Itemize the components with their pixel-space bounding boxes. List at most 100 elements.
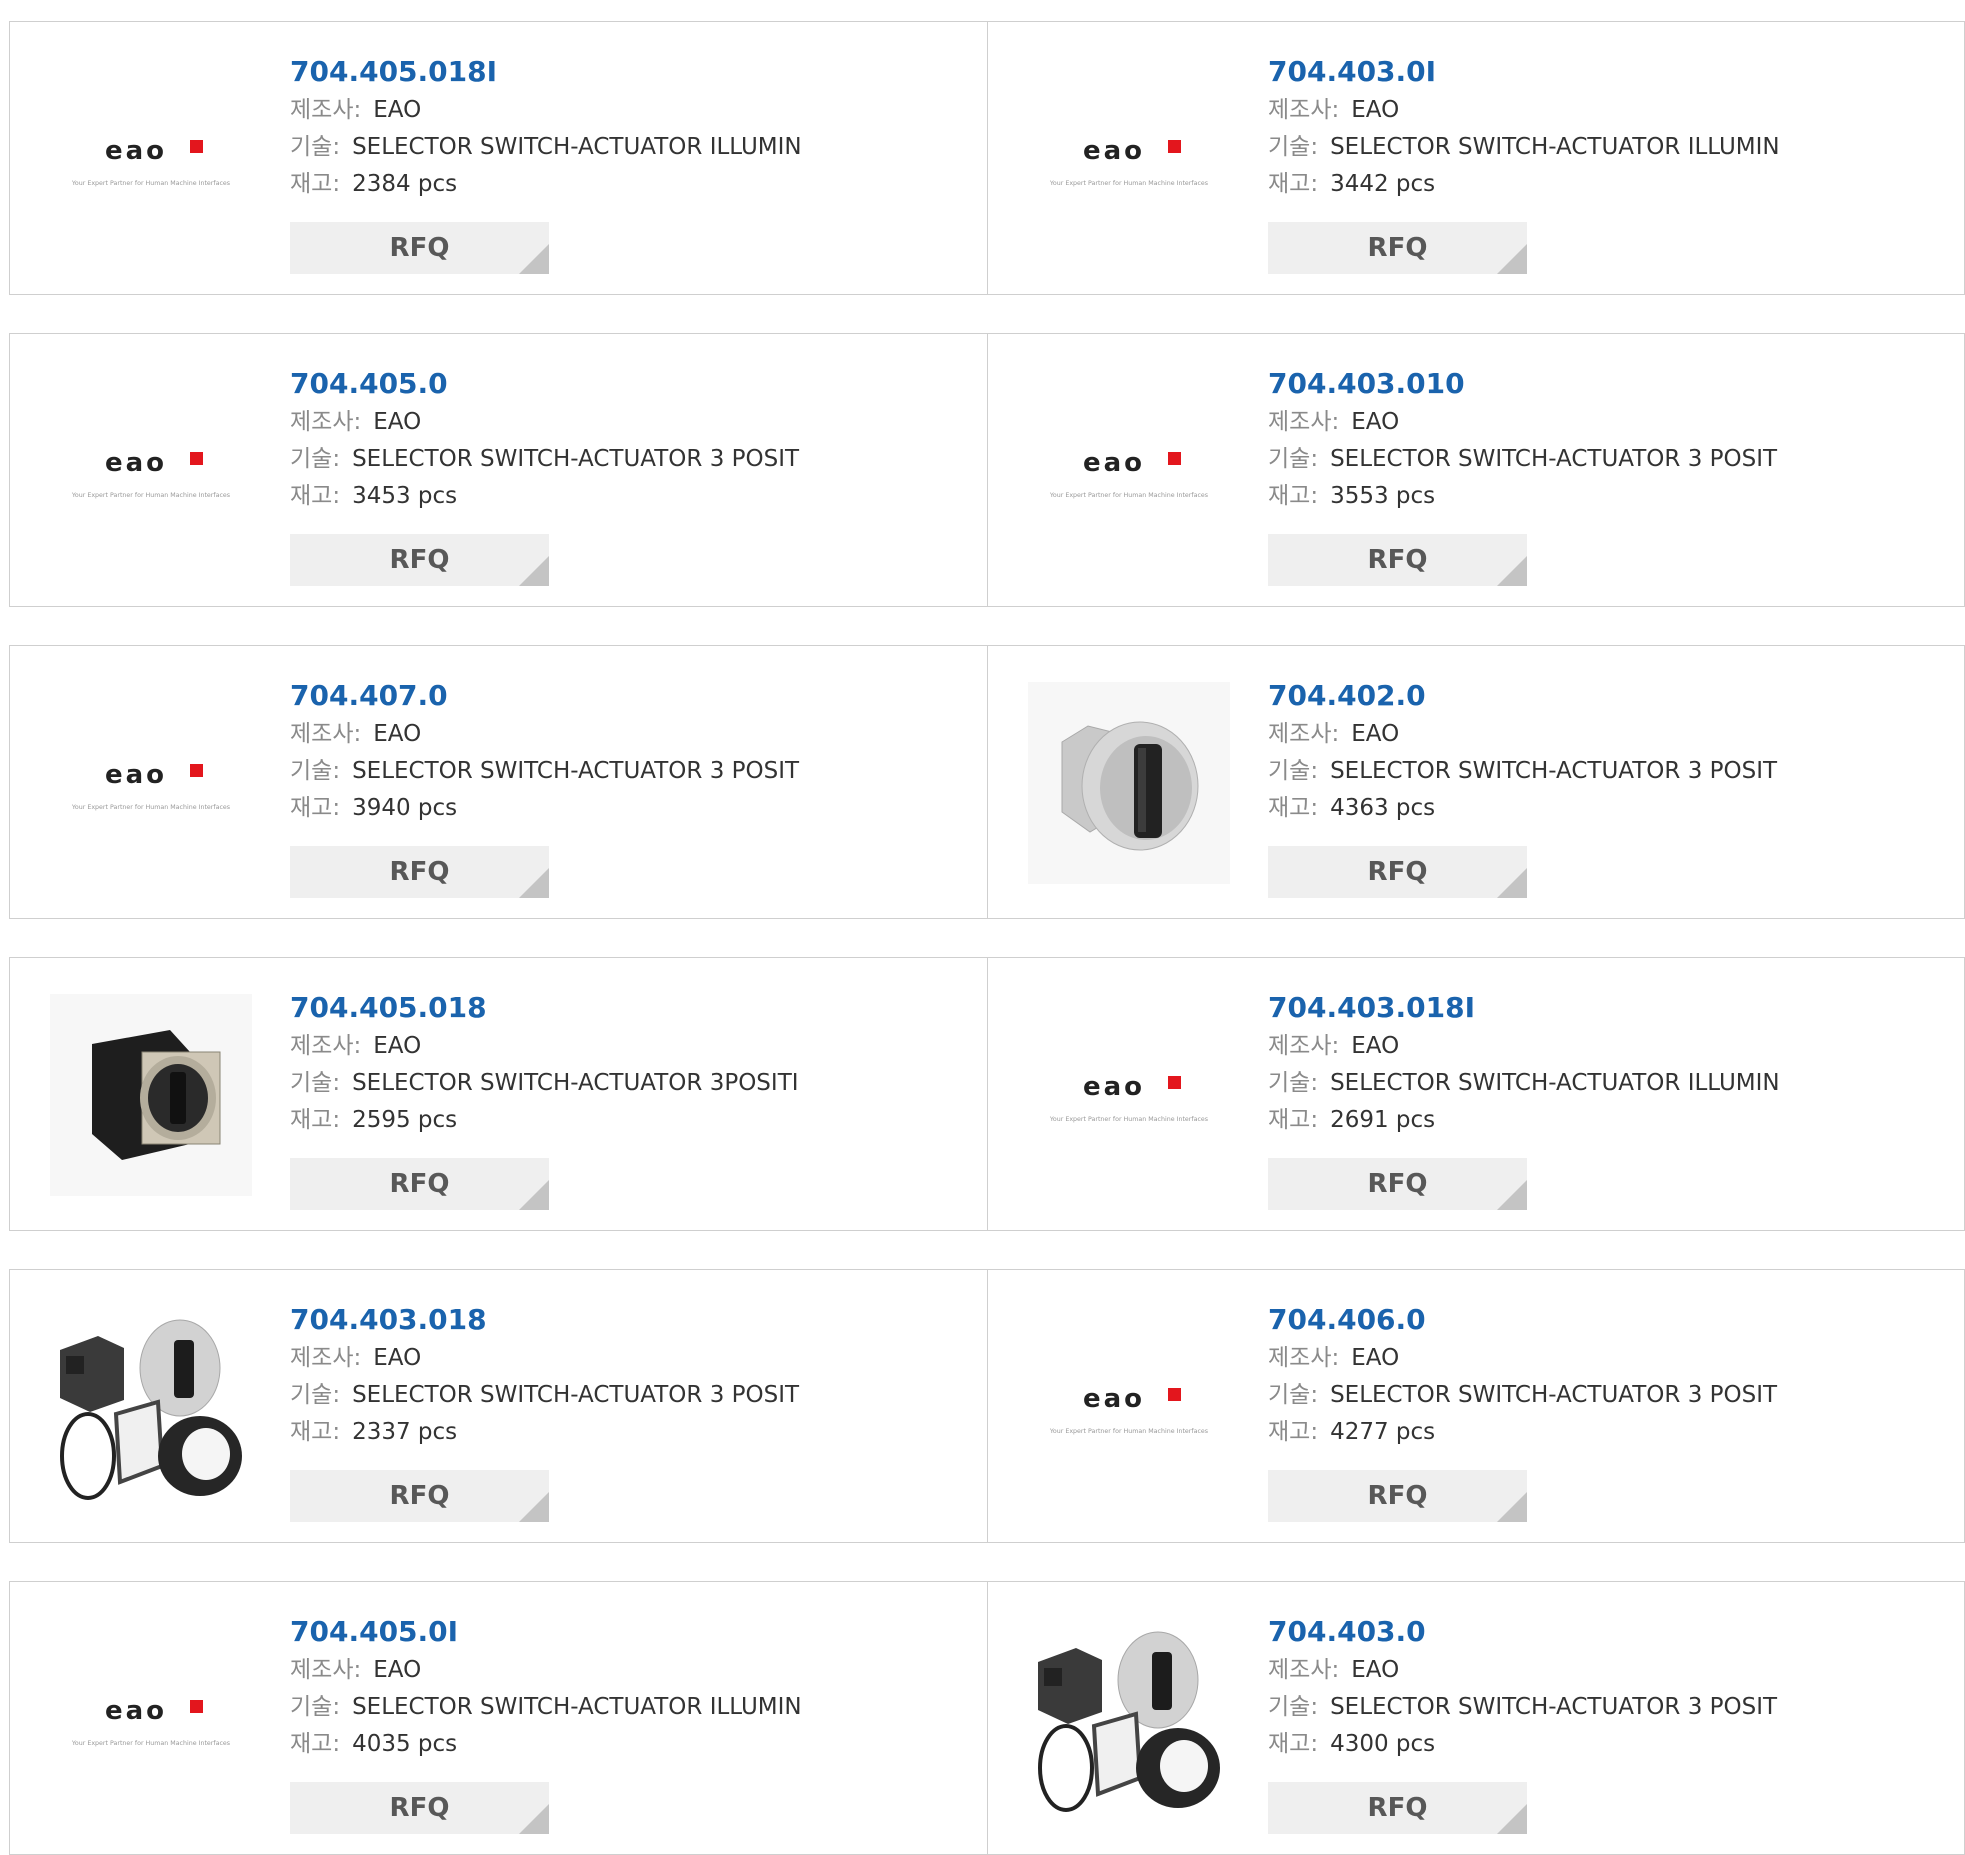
eao-wordmark: eao	[1083, 448, 1145, 478]
stock-line: 재고: 2691 pcs	[1268, 1102, 1780, 1139]
rfq-corner-decoration	[519, 1804, 549, 1834]
manufacturer-line: 제조사: EAO	[1268, 1340, 1777, 1377]
rfq-button[interactable]: RFQ	[1268, 1158, 1527, 1210]
rfq-label: RFQ	[389, 1481, 450, 1511]
stock-line: 재고: 2337 pcs	[290, 1414, 799, 1451]
description-value: SELECTOR SWITCH-ACTUATOR 3 POSIT	[352, 758, 800, 784]
rfq-button[interactable]: RFQ	[290, 222, 549, 274]
product-image[interactable]	[50, 1306, 252, 1508]
eao-tagline: Your Expert Partner for Human Machine In…	[71, 180, 230, 187]
product-card: eao Your Expert Partner for Human Machin…	[988, 958, 1964, 1230]
description-line: 기술: SELECTOR SWITCH-ACTUATOR ILLUMIN	[290, 129, 802, 166]
description-line: 기술: SELECTOR SWITCH-ACTUATOR ILLUMIN	[1268, 129, 1780, 166]
description-line: 기술: SELECTOR SWITCH-ACTUATOR 3 POSIT	[1268, 441, 1777, 478]
rfq-button[interactable]: RFQ	[290, 1158, 549, 1210]
product-image[interactable]: eao Your Expert Partner for Human Machin…	[1028, 58, 1230, 260]
product-image[interactable]: eao Your Expert Partner for Human Machin…	[1028, 994, 1230, 1196]
product-image[interactable]: eao Your Expert Partner for Human Machin…	[50, 682, 252, 884]
manufacturer-value: EAO	[1351, 721, 1400, 747]
stock-line: 재고: 4035 pcs	[290, 1726, 802, 1763]
description-value: SELECTOR SWITCH-ACTUATOR 3 POSIT	[352, 446, 800, 472]
product-image[interactable]: eao Your Expert Partner for Human Machin…	[1028, 370, 1230, 572]
description-label: 기술:	[290, 1070, 341, 1096]
manufacturer-label: 제조사:	[290, 1033, 362, 1059]
product-grid: eao Your Expert Partner for Human Machin…	[0, 0, 1965, 1855]
part-number-link[interactable]: 704.406.0	[1268, 1300, 1777, 1340]
rfq-corner-decoration	[519, 244, 549, 274]
product-info: 704.405.0I 제조사: EAO 기술: SELECTOR SWITCH-AC…	[290, 1612, 802, 1763]
description-line: 기술: SELECTOR SWITCH-ACTUATOR 3 POSIT	[1268, 1377, 1777, 1414]
rfq-label: RFQ	[1367, 1169, 1428, 1199]
part-number-link[interactable]: 704.402.0	[1268, 676, 1777, 716]
manufacturer-label: 제조사:	[290, 97, 362, 123]
rfq-button[interactable]: RFQ	[290, 534, 549, 586]
product-info: 704.405.0 제조사: EAO 기술: SELECTOR SWITCH-ACT…	[290, 364, 799, 515]
rfq-button[interactable]: RFQ	[290, 1782, 549, 1834]
manufacturer-value: EAO	[1351, 97, 1400, 123]
part-number-link[interactable]: 704.403.018	[290, 1300, 799, 1340]
product-image[interactable]	[1028, 1618, 1230, 1820]
description-value: SELECTOR SWITCH-ACTUATOR 3POSITI	[352, 1070, 799, 1096]
eao-tagline: Your Expert Partner for Human Machine In…	[1049, 180, 1208, 187]
eao-wordmark: eao	[105, 136, 167, 166]
eao-wordmark: eao	[1083, 136, 1145, 166]
product-info: 704.403.018 제조사: EAO 기술: SELECTOR SWITCH-A…	[290, 1300, 799, 1451]
part-number-link[interactable]: 704.403.0I	[1268, 52, 1780, 92]
stock-line: 재고: 3442 pcs	[1268, 166, 1780, 203]
rfq-corner-decoration	[1497, 244, 1527, 274]
description-value: SELECTOR SWITCH-ACTUATOR 3 POSIT	[1330, 1382, 1778, 1408]
stock-line: 재고: 4277 pcs	[1268, 1414, 1777, 1451]
product-image[interactable]: eao Your Expert Partner for Human Machin…	[50, 370, 252, 572]
stock-label: 재고:	[1268, 1107, 1319, 1133]
part-number-link[interactable]: 704.403.018I	[1268, 988, 1780, 1028]
eao-red-square	[1168, 1076, 1181, 1089]
product-card: eao Your Expert Partner for Human Machin…	[988, 22, 1964, 294]
eao-logo-image: eao Your Expert Partner for Human Machin…	[71, 136, 230, 187]
product-image[interactable]	[50, 994, 252, 1196]
product-row: eao Your Expert Partner for Human Machin…	[9, 645, 1965, 919]
manufacturer-line: 제조사: EAO	[290, 1340, 799, 1377]
product-image[interactable]: eao Your Expert Partner for Human Machin…	[50, 1618, 252, 1820]
product-image[interactable]: eao Your Expert Partner for Human Machin…	[1028, 1306, 1230, 1508]
stock-label: 재고:	[290, 795, 341, 821]
rfq-button[interactable]: RFQ	[1268, 1782, 1527, 1834]
product-image[interactable]	[1028, 682, 1230, 884]
part-number-link[interactable]: 704.407.0	[290, 676, 799, 716]
manufacturer-line: 제조사: EAO	[290, 92, 802, 129]
rfq-button[interactable]: RFQ	[1268, 534, 1527, 586]
eao-wordmark: eao	[1083, 1072, 1145, 1102]
product-card: eao Your Expert Partner for Human Machin…	[988, 334, 1964, 606]
manufacturer-line: 제조사: EAO	[1268, 92, 1780, 129]
eao-tagline: Your Expert Partner for Human Machine In…	[71, 1740, 230, 1747]
rfq-corner-decoration	[1497, 1804, 1527, 1834]
product-image[interactable]: eao Your Expert Partner for Human Machin…	[50, 58, 252, 260]
stock-value: 3453 pcs	[352, 483, 458, 509]
part-number-link[interactable]: 704.403.010	[1268, 364, 1777, 404]
eao-logo-image: eao Your Expert Partner for Human Machin…	[71, 448, 230, 499]
manufacturer-value: EAO	[373, 97, 422, 123]
rfq-button[interactable]: RFQ	[1268, 846, 1527, 898]
rfq-button[interactable]: RFQ	[1268, 222, 1527, 274]
stock-label: 재고:	[290, 1107, 341, 1133]
part-number-link[interactable]: 704.405.018I	[290, 52, 802, 92]
description-line: 기술: SELECTOR SWITCH-ACTUATOR ILLUMIN	[290, 1689, 802, 1726]
rfq-button[interactable]: RFQ	[290, 1470, 549, 1522]
manufacturer-value: EAO	[373, 1657, 422, 1683]
rfq-corner-decoration	[519, 556, 549, 586]
rfq-button[interactable]: RFQ	[290, 846, 549, 898]
part-number-link[interactable]: 704.405.0	[290, 364, 799, 404]
part-number-link[interactable]: 704.403.0	[1268, 1612, 1777, 1652]
rfq-label: RFQ	[1367, 1481, 1428, 1511]
part-number-link[interactable]: 704.405.018	[290, 988, 799, 1028]
stock-line: 재고: 4363 pcs	[1268, 790, 1777, 827]
rfq-button[interactable]: RFQ	[1268, 1470, 1527, 1522]
manufacturer-label: 제조사:	[1268, 1345, 1340, 1371]
stock-value: 4300 pcs	[1330, 1731, 1436, 1757]
description-line: 기술: SELECTOR SWITCH-ACTUATOR 3POSITI	[290, 1065, 799, 1102]
eao-logo-image: eao Your Expert Partner for Human Machin…	[1049, 1384, 1208, 1435]
description-value: SELECTOR SWITCH-ACTUATOR ILLUMIN	[1330, 134, 1780, 160]
rfq-corner-decoration	[1497, 868, 1527, 898]
manufacturer-label: 제조사:	[1268, 1033, 1340, 1059]
part-number-link[interactable]: 704.405.0I	[290, 1612, 802, 1652]
gray-selector-switch-image	[1028, 682, 1230, 884]
